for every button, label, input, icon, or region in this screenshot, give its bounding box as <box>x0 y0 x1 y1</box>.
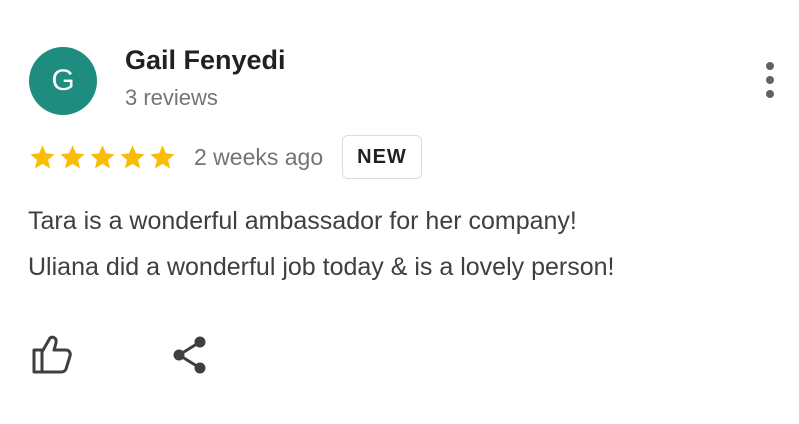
more-vertical-icon-dot <box>766 76 774 84</box>
share-button[interactable] <box>170 334 210 376</box>
avatar[interactable]: G <box>29 47 97 115</box>
rating-row: 2 weeks ago NEW <box>28 133 422 181</box>
star-icon <box>150 144 175 168</box>
avatar-initial: G <box>51 64 75 97</box>
star-icon <box>120 144 145 168</box>
review-time: 2 weeks ago <box>194 143 324 170</box>
star-icon <box>60 144 85 168</box>
more-vertical-icon-dot <box>766 90 774 98</box>
star-icon <box>90 144 115 168</box>
more-options-button[interactable] <box>752 60 788 100</box>
share-icon <box>173 336 206 374</box>
star-icon <box>30 144 55 168</box>
reviewer-review-count: 3 reviews <box>125 85 218 110</box>
thumb-up-icon <box>32 335 72 374</box>
star-rating <box>28 143 178 172</box>
like-button[interactable] <box>28 332 74 376</box>
review-text-line: Tara is a wonderful ambassador for her c… <box>28 207 577 235</box>
reviewer-name[interactable]: Gail Fenyedi <box>125 45 286 76</box>
new-badge: NEW <box>342 135 422 179</box>
review-text-line: Uliana did a wonderful job today & is a … <box>28 253 615 281</box>
more-vertical-icon-dot <box>766 62 774 70</box>
review-text: Tara is a wonderful ambassador for her c… <box>28 198 778 290</box>
